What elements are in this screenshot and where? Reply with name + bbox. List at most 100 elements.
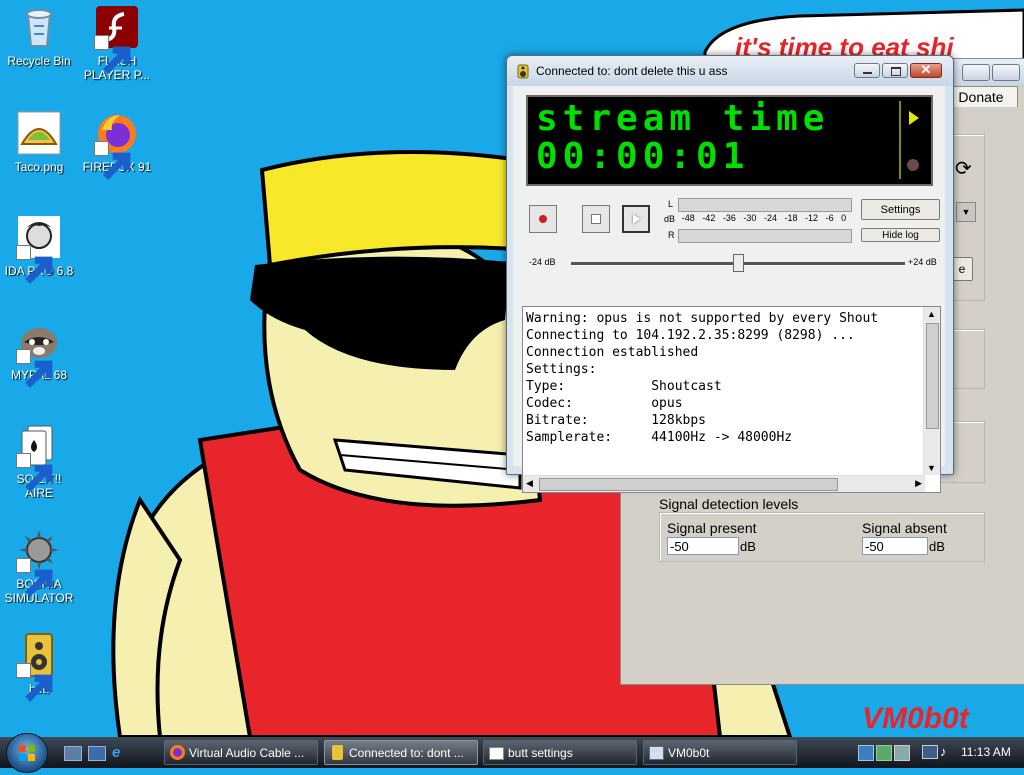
taskbar: e Virtual Audio Cable ... Connected to: …: [0, 733, 1024, 773]
settings-group-box-2: [951, 329, 985, 389]
dropdown-arrow[interactable]: ▼: [956, 202, 976, 222]
quicklaunch-ie-icon[interactable]: e: [112, 744, 128, 761]
settings-maximize-button[interactable]: [962, 64, 990, 81]
vu-tick: -30: [743, 213, 757, 223]
shortcut-arrow-icon: [16, 453, 53, 492]
scroll-right-arrow-icon[interactable]: ▶: [915, 478, 922, 489]
desktop-icon-recycle-bin[interactable]: Recycle Bin: [2, 4, 76, 68]
quicklaunch-switch-windows-icon[interactable]: [88, 746, 106, 761]
vu-tick: -6: [825, 213, 834, 223]
desktop-icon-butt[interactable]: butt: [2, 632, 76, 702]
vu-tick: -24: [763, 213, 777, 223]
vu-tick: 0: [841, 213, 847, 223]
refresh-icon[interactable]: ⟳: [955, 159, 975, 179]
vu-tick: -42: [702, 213, 716, 223]
scroll-thumb[interactable]: [539, 478, 838, 491]
log-line: Connecting to 104.192.2.35:8299 (8298) .…: [526, 328, 855, 343]
minimize-button[interactable]: [854, 63, 880, 78]
settings-close-button[interactable]: [992, 64, 1020, 81]
scroll-up-arrow-icon[interactable]: ▲: [927, 309, 936, 319]
shortcut-arrow-icon: [16, 558, 53, 597]
taskbar-button-label: Connected to: dont ...: [349, 745, 464, 760]
scroll-down-arrow-icon[interactable]: ▼: [927, 463, 936, 473]
scroll-left-arrow-icon[interactable]: ◀: [526, 478, 533, 489]
log-vertical-scrollbar[interactable]: ▲ ▼: [923, 307, 940, 475]
log-line: Settings:: [526, 362, 597, 377]
taskbar-button-virtual-audio-cable[interactable]: Virtual Audio Cable ...: [164, 740, 318, 765]
settings-side-button[interactable]: e: [951, 257, 973, 281]
taskbar-button-label: Virtual Audio Cable ...: [189, 745, 305, 760]
paint-icon: [649, 746, 664, 760]
log-line: Connection established: [526, 345, 699, 360]
tray-network-icon[interactable]: [858, 745, 874, 761]
taskbar-button-vm0b0t[interactable]: VM0b0t: [643, 740, 797, 765]
signal-absent-input[interactable]: [862, 537, 928, 555]
close-button[interactable]: ✕: [910, 62, 942, 78]
log-textarea[interactable]: Warning: opus is not supported by every …: [522, 306, 941, 493]
tray-volume-icon[interactable]: ♪: [940, 744, 954, 759]
windows-logo-icon: [19, 745, 35, 761]
gain-min-label: -24 dB: [529, 257, 556, 267]
vu-label-right: R: [668, 230, 675, 240]
lcd-divider: [899, 101, 901, 179]
tray-clock[interactable]: 11:13 AM: [961, 745, 1011, 759]
log-line: Warning: opus is not supported by every …: [526, 311, 879, 326]
main-titlebar[interactable]: Connected to: dont delete this u ass ✕: [507, 56, 953, 86]
taco-image-icon: [17, 111, 61, 155]
window-title: Connected to: dont delete this u ass: [536, 64, 728, 78]
desktop-icon-taco[interactable]: Taco.png: [2, 110, 76, 174]
stop-icon: [591, 214, 601, 224]
taskbar-button-connected[interactable]: Connected to: dont ...: [324, 740, 478, 765]
desktop-icon-ida-pro[interactable]: IDA PRO 6.8: [2, 214, 76, 284]
signal-present-input[interactable]: [667, 537, 739, 555]
lcd-mode-arrow-icon[interactable]: [909, 111, 919, 125]
start-button[interactable]: [6, 733, 48, 773]
stop-button[interactable]: [582, 205, 610, 233]
signal-present-label: Signal present: [667, 520, 757, 536]
shortcut-arrow-icon: [16, 663, 53, 702]
vu-tick: -36: [722, 213, 736, 223]
tray-sharing-icon[interactable]: [876, 745, 892, 761]
maximize-button[interactable]: [882, 63, 908, 78]
log-horizontal-scrollbar[interactable]: ◀ ▶: [523, 475, 925, 492]
signal-absent-unit: dB: [929, 539, 945, 554]
desktop-icon-flash-player[interactable]: FLASH PLAYER P...: [80, 4, 154, 82]
log-line: Type: Shoutcast: [526, 379, 722, 394]
scroll-thumb[interactable]: [926, 323, 939, 429]
gain-slider-thumb[interactable]: [733, 254, 744, 272]
desktop-icon-solitaire[interactable]: SO LIT!! AIRE: [2, 422, 76, 500]
tray-monitor-icon[interactable]: [922, 745, 938, 759]
tab-donate[interactable]: Donate: [944, 86, 1018, 108]
butt-main-window[interactable]: Connected to: dont delete this u ass ✕ s…: [506, 55, 954, 493]
hide-log-button[interactable]: Hide log: [861, 228, 940, 242]
signal-detection-title: Signal detection levels: [659, 496, 799, 512]
vu-tick: -18: [784, 213, 798, 223]
signal-absent-label: Signal absent: [862, 520, 947, 536]
vu-scale: -48 -42 -36 -30 -24 -18 -12 -6 0: [678, 213, 850, 227]
taskbar-button-label: butt settings: [508, 745, 573, 760]
play-button[interactable]: [622, 205, 650, 233]
record-icon: [539, 215, 547, 223]
tray-display-icon[interactable]: [894, 745, 910, 761]
log-line: Bitrate: 128kbps: [526, 413, 707, 428]
desktop-icon-firefox[interactable]: FIREFOX 91: [80, 110, 154, 180]
quicklaunch-show-desktop-icon[interactable]: [64, 746, 82, 761]
taskbar-button-butt-settings[interactable]: butt settings: [483, 740, 637, 765]
record-button[interactable]: [529, 205, 557, 233]
window-icon: [489, 747, 504, 760]
main-client-area: stream time 00:00:01 L dB R -48 -42 -36 …: [513, 86, 945, 493]
settings-button[interactable]: Settings: [861, 199, 940, 220]
vu-tick: -12: [805, 213, 819, 223]
taskbar-button-label: VM0b0t: [668, 745, 710, 760]
desktop-icon-mypal[interactable]: MYPAL 68: [2, 318, 76, 388]
vu-label-db: dB: [664, 214, 676, 224]
play-icon: [632, 214, 640, 224]
desktop-icon-label: Recycle Bin: [7, 54, 71, 68]
shortcut-arrow-icon: [94, 35, 131, 74]
desktop-icon-bosnia-simulator[interactable]: BOSNIA SIMULATOR: [2, 527, 76, 605]
stream-time-display: stream time 00:00:01: [526, 95, 933, 186]
firefox-icon: [170, 745, 185, 760]
speaker-icon: [332, 745, 343, 760]
vu-meter-right: [678, 229, 852, 243]
log-line: Codec: opus: [526, 396, 683, 411]
